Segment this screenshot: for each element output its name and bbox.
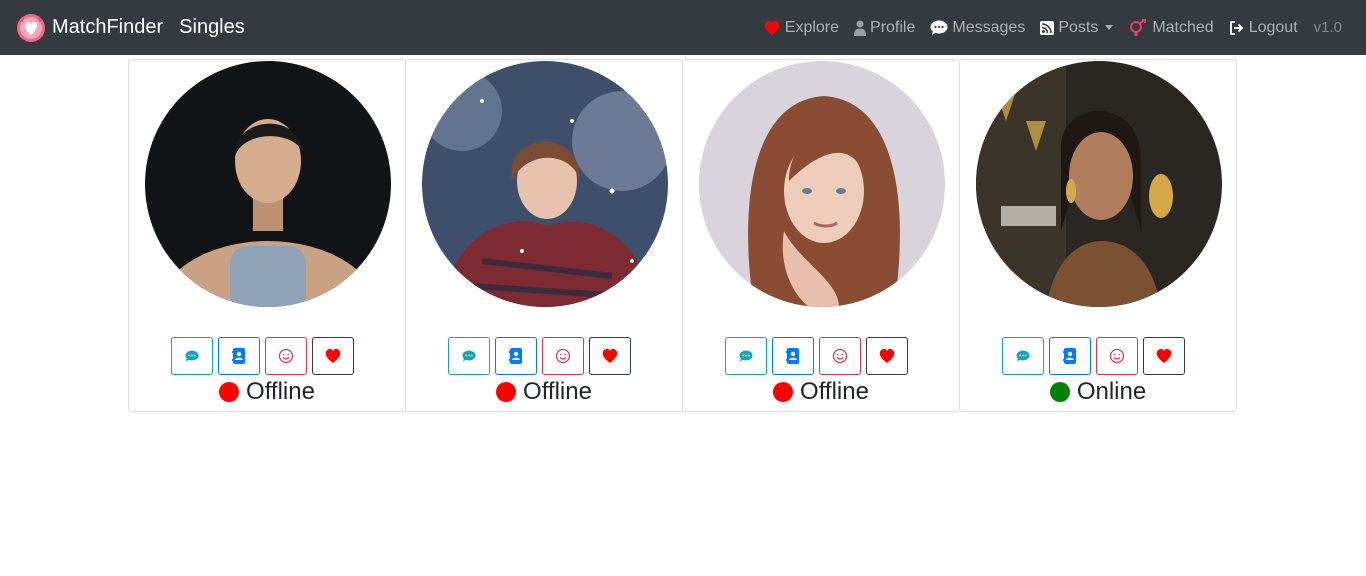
nav-matched[interactable]: Matched (1128, 18, 1214, 37)
status-text: Online (1076, 378, 1147, 405)
like-button[interactable] (589, 337, 631, 375)
view-profile-button[interactable] (772, 337, 814, 375)
status-dot (496, 382, 517, 402)
address-book-icon (509, 348, 522, 364)
profile-card: Offline (128, 59, 406, 412)
comment-icon (185, 350, 199, 362)
message-button[interactable] (1002, 337, 1044, 375)
status-indicator: Online (960, 378, 1236, 406)
nav-explore[interactable]: Explore (763, 19, 839, 37)
nav-posts-dropdown[interactable]: Posts (1040, 18, 1114, 37)
view-profile-button[interactable] (1049, 337, 1091, 375)
status-indicator: Offline (406, 378, 682, 406)
logout-icon (1229, 20, 1245, 35)
profile-card: Offline (405, 59, 683, 412)
wink-button[interactable] (1096, 337, 1138, 375)
wink-button[interactable] (265, 337, 307, 375)
nav-profile[interactable]: Profile (854, 19, 915, 37)
address-book-icon (232, 348, 245, 364)
message-button[interactable] (448, 337, 490, 375)
status-text: Offline (523, 378, 592, 405)
status-indicator: Offline (129, 378, 405, 406)
like-button[interactable] (312, 337, 354, 375)
brand-link[interactable]: MatchFinder (16, 13, 163, 43)
nav-matched-label: Matched (1152, 18, 1214, 36)
status-indicator: Offline (683, 378, 959, 406)
comment-icon (930, 20, 948, 36)
user-icon (854, 20, 867, 36)
profile-photo[interactable] (976, 61, 1222, 307)
status-text: Offline (246, 378, 315, 405)
smile-icon (555, 348, 571, 364)
action-buttons (725, 337, 913, 375)
heart-icon (1156, 348, 1172, 363)
heart-icon (325, 348, 341, 363)
chevron-down-icon (1105, 25, 1114, 30)
nav-messages[interactable]: Messages (930, 19, 1025, 37)
nav-logout[interactable]: Logout (1229, 19, 1298, 37)
comment-icon (739, 350, 753, 362)
profile-photo[interactable] (145, 61, 391, 307)
smile-icon (832, 348, 848, 364)
status-text: Offline (800, 378, 869, 405)
status-dot (773, 382, 794, 402)
version-label: v1.0 (1313, 19, 1342, 36)
address-book-icon (786, 348, 799, 364)
message-button[interactable] (171, 337, 213, 375)
profile-photo[interactable] (699, 61, 945, 307)
nav-explore-label: Explore (784, 18, 840, 36)
status-dot (1049, 382, 1070, 402)
view-profile-button[interactable] (218, 337, 260, 375)
profile-grid: Offline Offline Offline Online (128, 59, 1237, 412)
smile-icon (1109, 348, 1125, 364)
message-button[interactable] (725, 337, 767, 375)
profile-photo[interactable] (422, 61, 668, 307)
nav-messages-label: Messages (952, 18, 1026, 36)
comment-icon (1016, 350, 1030, 362)
brand-name: MatchFinder (52, 16, 164, 38)
wink-button[interactable] (542, 337, 584, 375)
heart-icon (602, 348, 618, 363)
profile-card: Offline (682, 59, 960, 412)
profile-card: Online (959, 59, 1237, 412)
view-profile-button[interactable] (495, 337, 537, 375)
heart-logo-icon (16, 13, 46, 43)
nav-menu: Explore Profile Messages Posts Matched L… (748, 0, 1350, 55)
mars-venus-icon (1128, 18, 1148, 37)
like-button[interactable] (1143, 337, 1185, 375)
like-button[interactable] (866, 337, 908, 375)
action-buttons (1002, 337, 1190, 375)
rss-icon (1040, 20, 1055, 35)
address-book-icon (1063, 348, 1076, 364)
action-buttons (171, 337, 359, 375)
smile-icon (278, 348, 294, 364)
page-title[interactable]: Singles (179, 16, 245, 39)
top-navbar: MatchFinder Singles Explore Profile Mess… (0, 0, 1366, 55)
status-dot (219, 382, 240, 402)
heart-icon (763, 20, 781, 36)
wink-button[interactable] (819, 337, 861, 375)
heart-icon (879, 348, 895, 363)
comment-icon (462, 350, 476, 362)
nav-profile-label: Profile (870, 18, 916, 36)
nav-logout-label: Logout (1248, 18, 1298, 36)
action-buttons (448, 337, 636, 375)
nav-posts-label: Posts (1058, 18, 1099, 36)
